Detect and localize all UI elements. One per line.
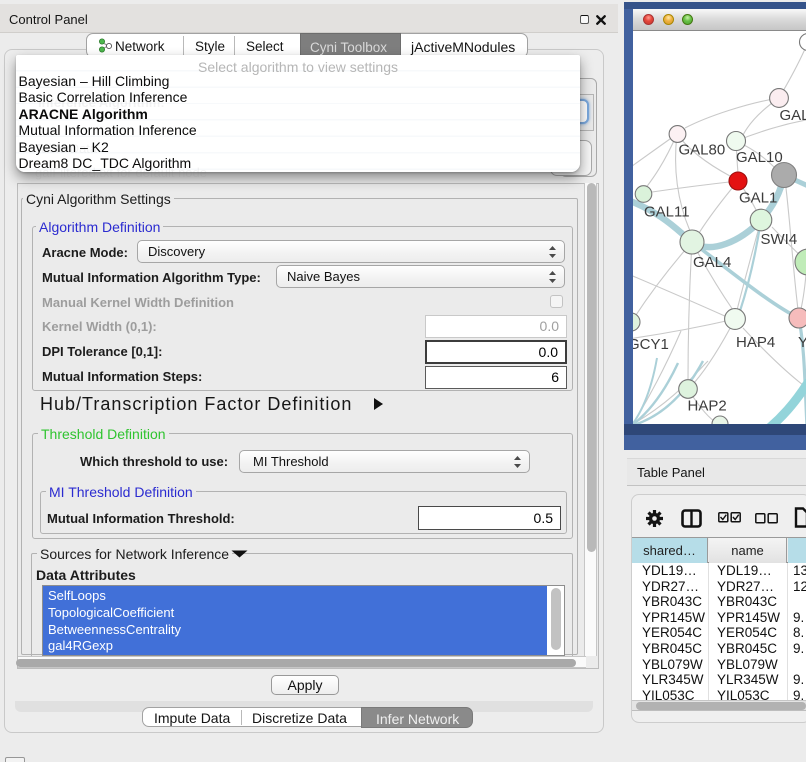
svg-text:GAL80: GAL80: [679, 142, 726, 159]
svg-text:GAL4: GAL4: [693, 254, 731, 271]
svg-text:GAL1: GAL1: [739, 190, 777, 207]
svg-text:SWI4: SWI4: [761, 231, 798, 248]
svg-text:GAL10: GAL10: [736, 149, 783, 166]
svg-text:Y: Y: [798, 334, 806, 351]
svg-text:GAL: GAL: [780, 107, 806, 124]
svg-text:HAP4: HAP4: [736, 334, 775, 351]
svg-text:HAP2: HAP2: [688, 398, 727, 415]
svg-text:GAL11: GAL11: [644, 204, 690, 221]
svg-text:GCY1: GCY1: [633, 336, 669, 353]
